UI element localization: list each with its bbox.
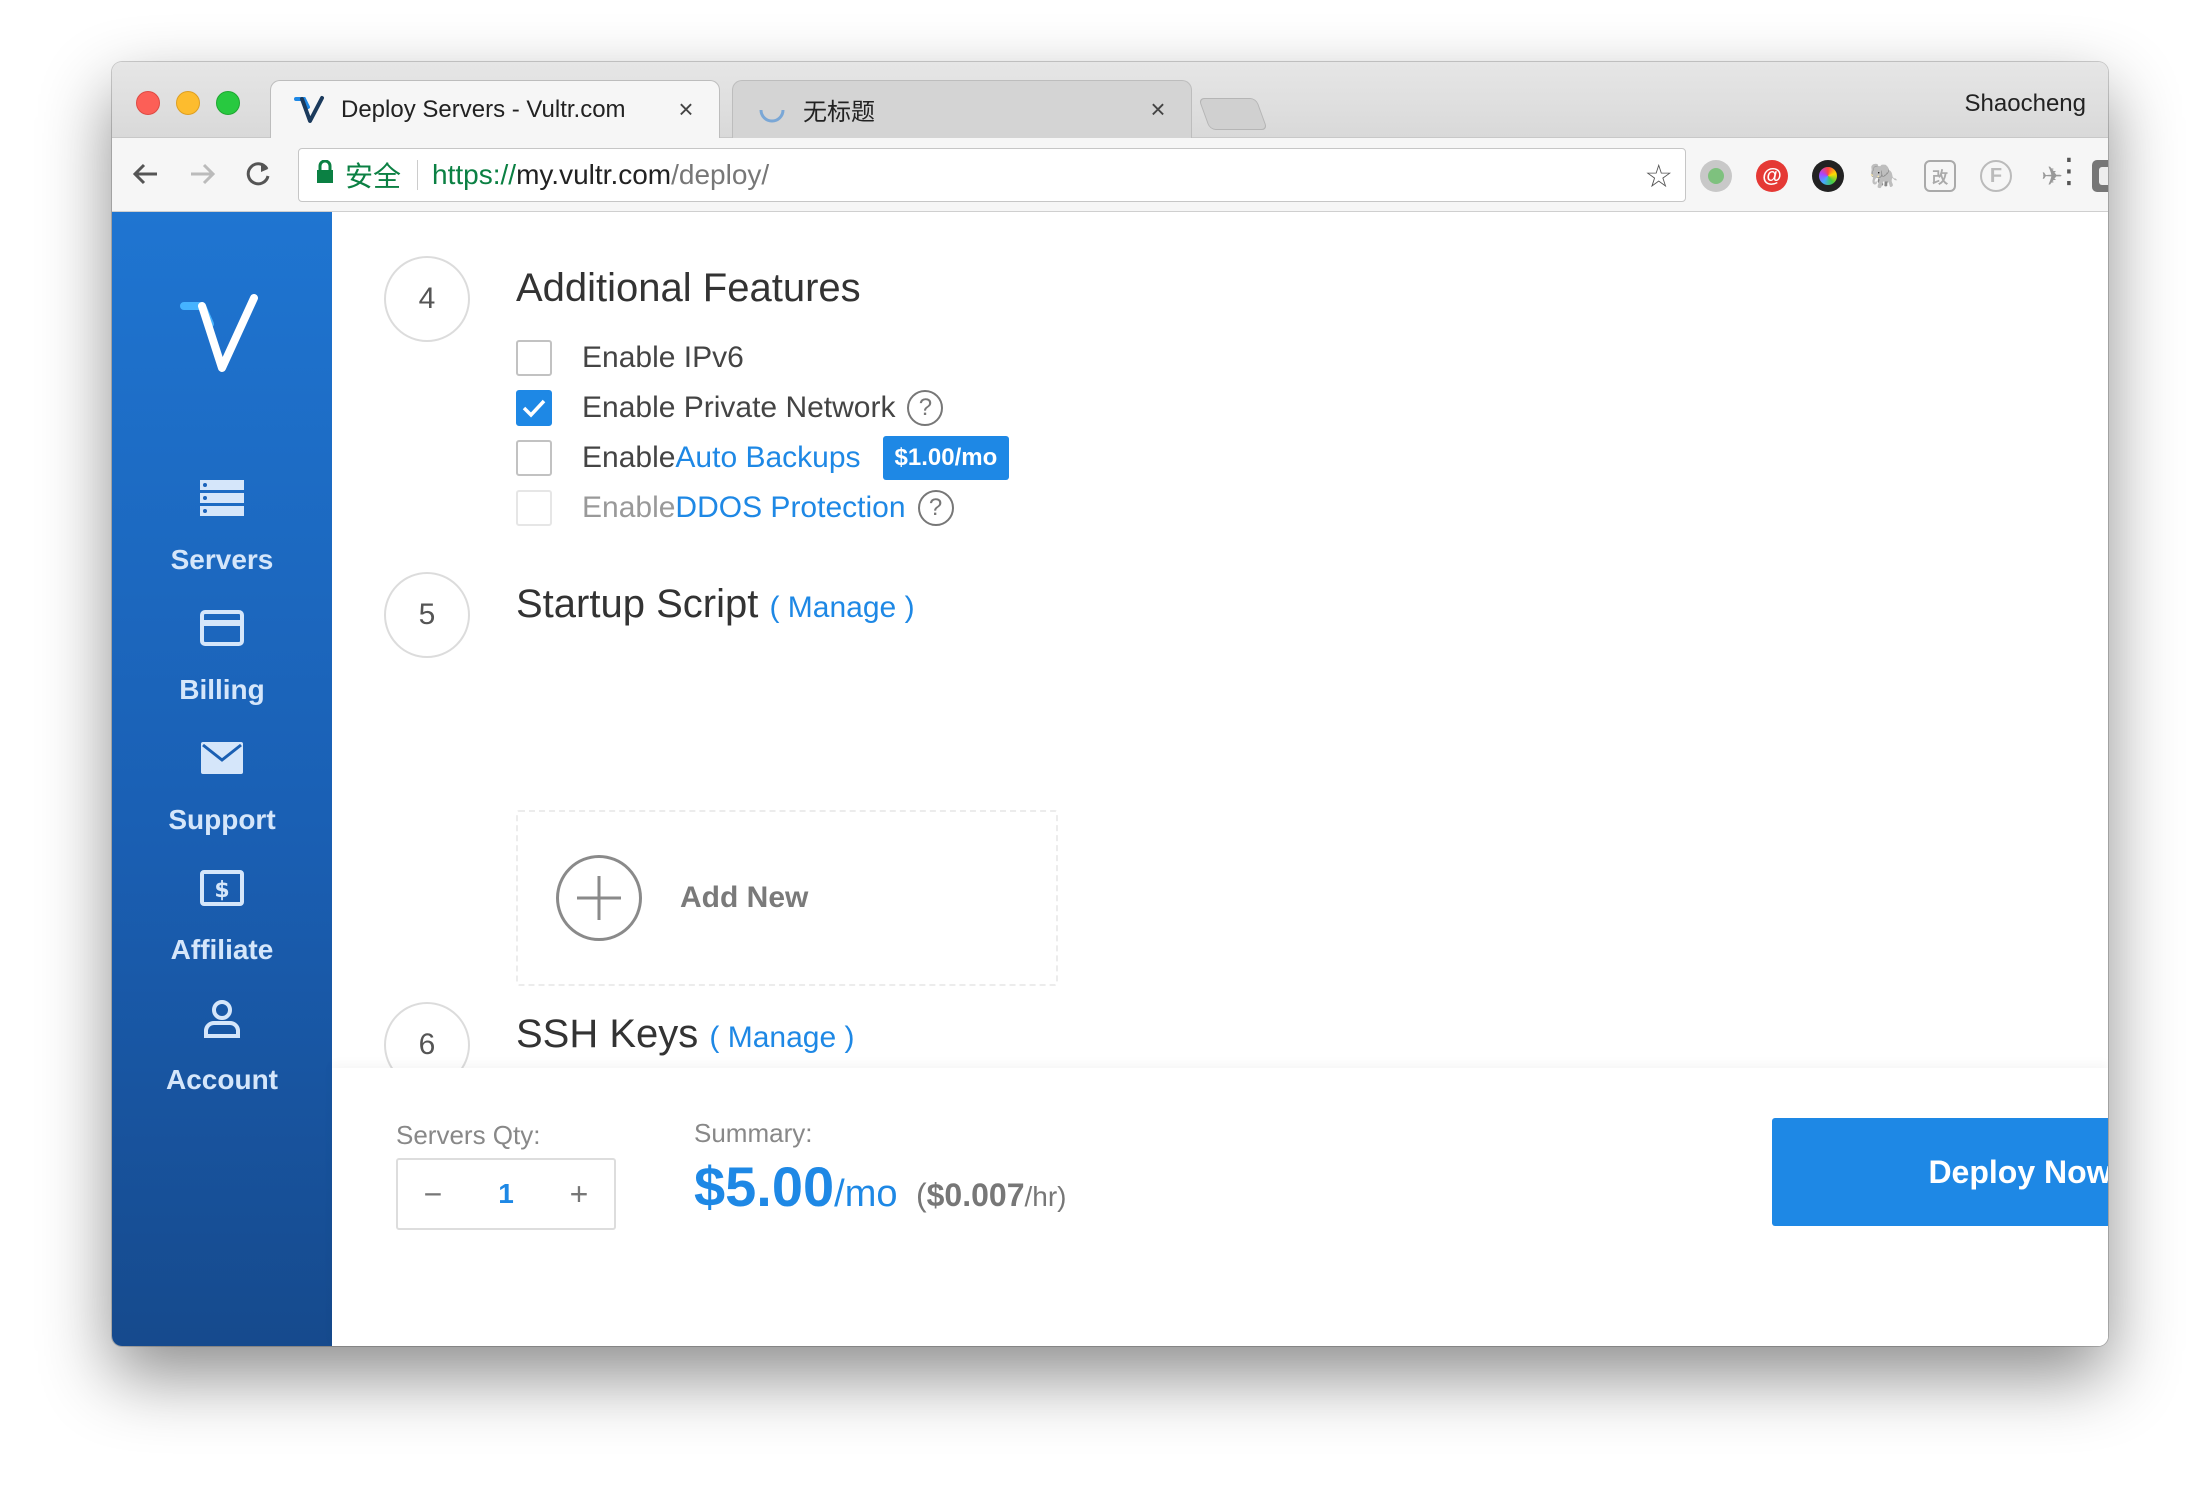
new-tab-button[interactable] [1198, 98, 1268, 130]
deploy-now-button[interactable]: Deploy Now [1772, 1118, 2108, 1226]
option-private-network[interactable]: Enable Private Network ? [516, 388, 944, 428]
option-auto-backups[interactable]: Enable Auto Backups $1.00/mo [516, 436, 1010, 480]
add-new-label: Add New [680, 881, 809, 914]
address-divider [417, 160, 419, 190]
help-question-icon[interactable]: ? [917, 490, 954, 526]
sidebar-item-support[interactable]: Support [112, 734, 332, 864]
address-bar[interactable]: 安全 https:// my.vultr.com /deploy/ ☆ [298, 148, 1686, 202]
svg-text:$: $ [214, 878, 229, 903]
envelope-icon [198, 734, 246, 782]
sidebar-item-label: Support [168, 804, 276, 835]
profile-name[interactable]: Shaocheng [1965, 90, 2086, 118]
url-scheme: https:// [432, 159, 517, 190]
dollar-bill-icon: $ [198, 864, 246, 912]
tab-untitled[interactable]: 无标题 × [732, 80, 1192, 138]
user-icon [198, 994, 246, 1042]
tab-close-icon[interactable]: × [671, 94, 701, 125]
forward-arrow-icon[interactable] [178, 150, 226, 198]
section-title-startup-script: Startup Script ( Manage ) [516, 582, 915, 627]
sidebar-item-label: Billing [179, 674, 265, 705]
auto-backups-checkbox[interactable] [516, 440, 552, 476]
vultr-favicon-icon [293, 93, 327, 127]
price-badge: $1.00/mo [882, 436, 1010, 480]
option-label: Enable Private Network [582, 391, 896, 424]
ddos-protection-checkbox[interactable] [516, 490, 552, 526]
lock-icon [315, 159, 335, 191]
section-title-additional-features: Additional Features [516, 266, 861, 310]
zoom-window-button[interactable] [216, 91, 240, 115]
reload-icon[interactable] [234, 150, 282, 198]
tab-title: Deploy Servers - Vultr.com [341, 95, 626, 123]
tab-close-icon[interactable]: × [1143, 94, 1173, 125]
extension-grey-circle-icon[interactable] [1700, 160, 1732, 192]
evernote-elephant-icon[interactable]: 🐘 [1868, 160, 1900, 192]
secure-label: 安全 [345, 161, 402, 192]
loading-spinner-icon [755, 93, 789, 127]
monthly-unit: /mo [834, 1173, 898, 1215]
hourly-price: ($0.007/hr) [915, 1177, 1067, 1213]
sidebar-item-label: Account [166, 1064, 278, 1095]
servers-qty-label: Servers Qty: [396, 1120, 541, 1150]
minimize-window-button[interactable] [176, 91, 200, 115]
option-label: Enable [582, 491, 676, 524]
sidebar-item-account[interactable]: Account [112, 994, 332, 1124]
tab-deploy-servers[interactable]: Deploy Servers - Vultr.com × [270, 80, 720, 138]
extension-at-sign-icon[interactable]: @ [1756, 160, 1788, 192]
bookmark-star-icon[interactable]: ☆ [1644, 157, 1673, 195]
auto-backups-link[interactable]: Auto Backups [675, 441, 860, 475]
step-number-circle: 4 [384, 256, 470, 342]
section-title-text: Startup Script [516, 582, 759, 626]
monthly-price: $5.00 [694, 1155, 835, 1218]
sidebar-item-label: Affiliate [170, 934, 274, 965]
ipv6-checkbox[interactable] [516, 340, 552, 376]
close-window-button[interactable] [136, 91, 160, 115]
section-title-text: SSH Keys [516, 1012, 699, 1056]
decrease-qty-button[interactable]: − [398, 1176, 468, 1213]
qty-value[interactable]: 1 [468, 1178, 544, 1210]
url-path: /deploy/ [671, 159, 770, 190]
extension-square-icon[interactable] [2092, 160, 2108, 192]
url-host: my.vultr.com [516, 159, 672, 190]
extension-color-wheel-icon[interactable] [1812, 160, 1844, 192]
vultr-logo[interactable] [180, 294, 264, 376]
option-ipv6[interactable]: Enable IPv6 [516, 338, 744, 378]
sidebar-item-servers[interactable]: Servers [112, 474, 332, 604]
browser-window: Deploy Servers - Vultr.com × 无标题 × Shaoc… [112, 62, 2108, 1346]
option-label: Enable [582, 441, 676, 474]
private-network-checkbox[interactable] [516, 390, 552, 426]
checkmark-icon [522, 399, 546, 418]
browser-toolbar: 安全 https:// my.vultr.com /deploy/ ☆ @ 🐘 … [112, 138, 2108, 212]
title-bar: Deploy Servers - Vultr.com × 无标题 × Shaoc… [112, 62, 2108, 138]
option-label: Enable IPv6 [582, 341, 744, 374]
browser-menu-icon[interactable]: ⋮ [2052, 154, 2086, 188]
sidebar-item-billing[interactable]: Billing [112, 604, 332, 734]
servers-icon [198, 474, 246, 522]
step-number-circle: 5 [384, 572, 470, 658]
deploy-footer: Servers Qty: − 1 + Summary: $5.00/mo ($0… [332, 1068, 2108, 1346]
manage-startup-scripts-link[interactable]: ( Manage ) [769, 591, 914, 624]
extension-f-circle-icon[interactable]: F [1980, 160, 2012, 192]
increase-qty-button[interactable]: + [544, 1176, 614, 1213]
section-title-ssh-keys: SSH Keys ( Manage ) [516, 1012, 855, 1057]
sidebar: Servers Billing Support $ Affiliate Acco… [112, 212, 332, 1346]
quantity-stepper: − 1 + [396, 1158, 616, 1230]
sidebar-item-label: Servers [170, 544, 274, 575]
sidebar-item-affiliate[interactable]: $ Affiliate [112, 864, 332, 994]
manage-ssh-keys-link[interactable]: ( Manage ) [709, 1021, 854, 1054]
add-new-startup-script[interactable]: Add New [516, 810, 1058, 986]
plus-circle-icon [556, 855, 642, 941]
ddos-protection-link[interactable]: DDOS Protection [675, 491, 905, 525]
tab-title: 无标题 [803, 99, 875, 126]
credit-card-icon [198, 604, 246, 652]
summary-price: $5.00/mo ($0.007/hr) [694, 1154, 1066, 1219]
summary-label: Summary: [694, 1118, 813, 1148]
option-ddos-protection[interactable]: Enable DDOS Protection ? [516, 488, 954, 528]
back-arrow-icon[interactable] [122, 150, 170, 198]
extension-shield-icon[interactable]: 改 [1924, 160, 1956, 192]
help-question-icon[interactable]: ? [907, 390, 944, 426]
